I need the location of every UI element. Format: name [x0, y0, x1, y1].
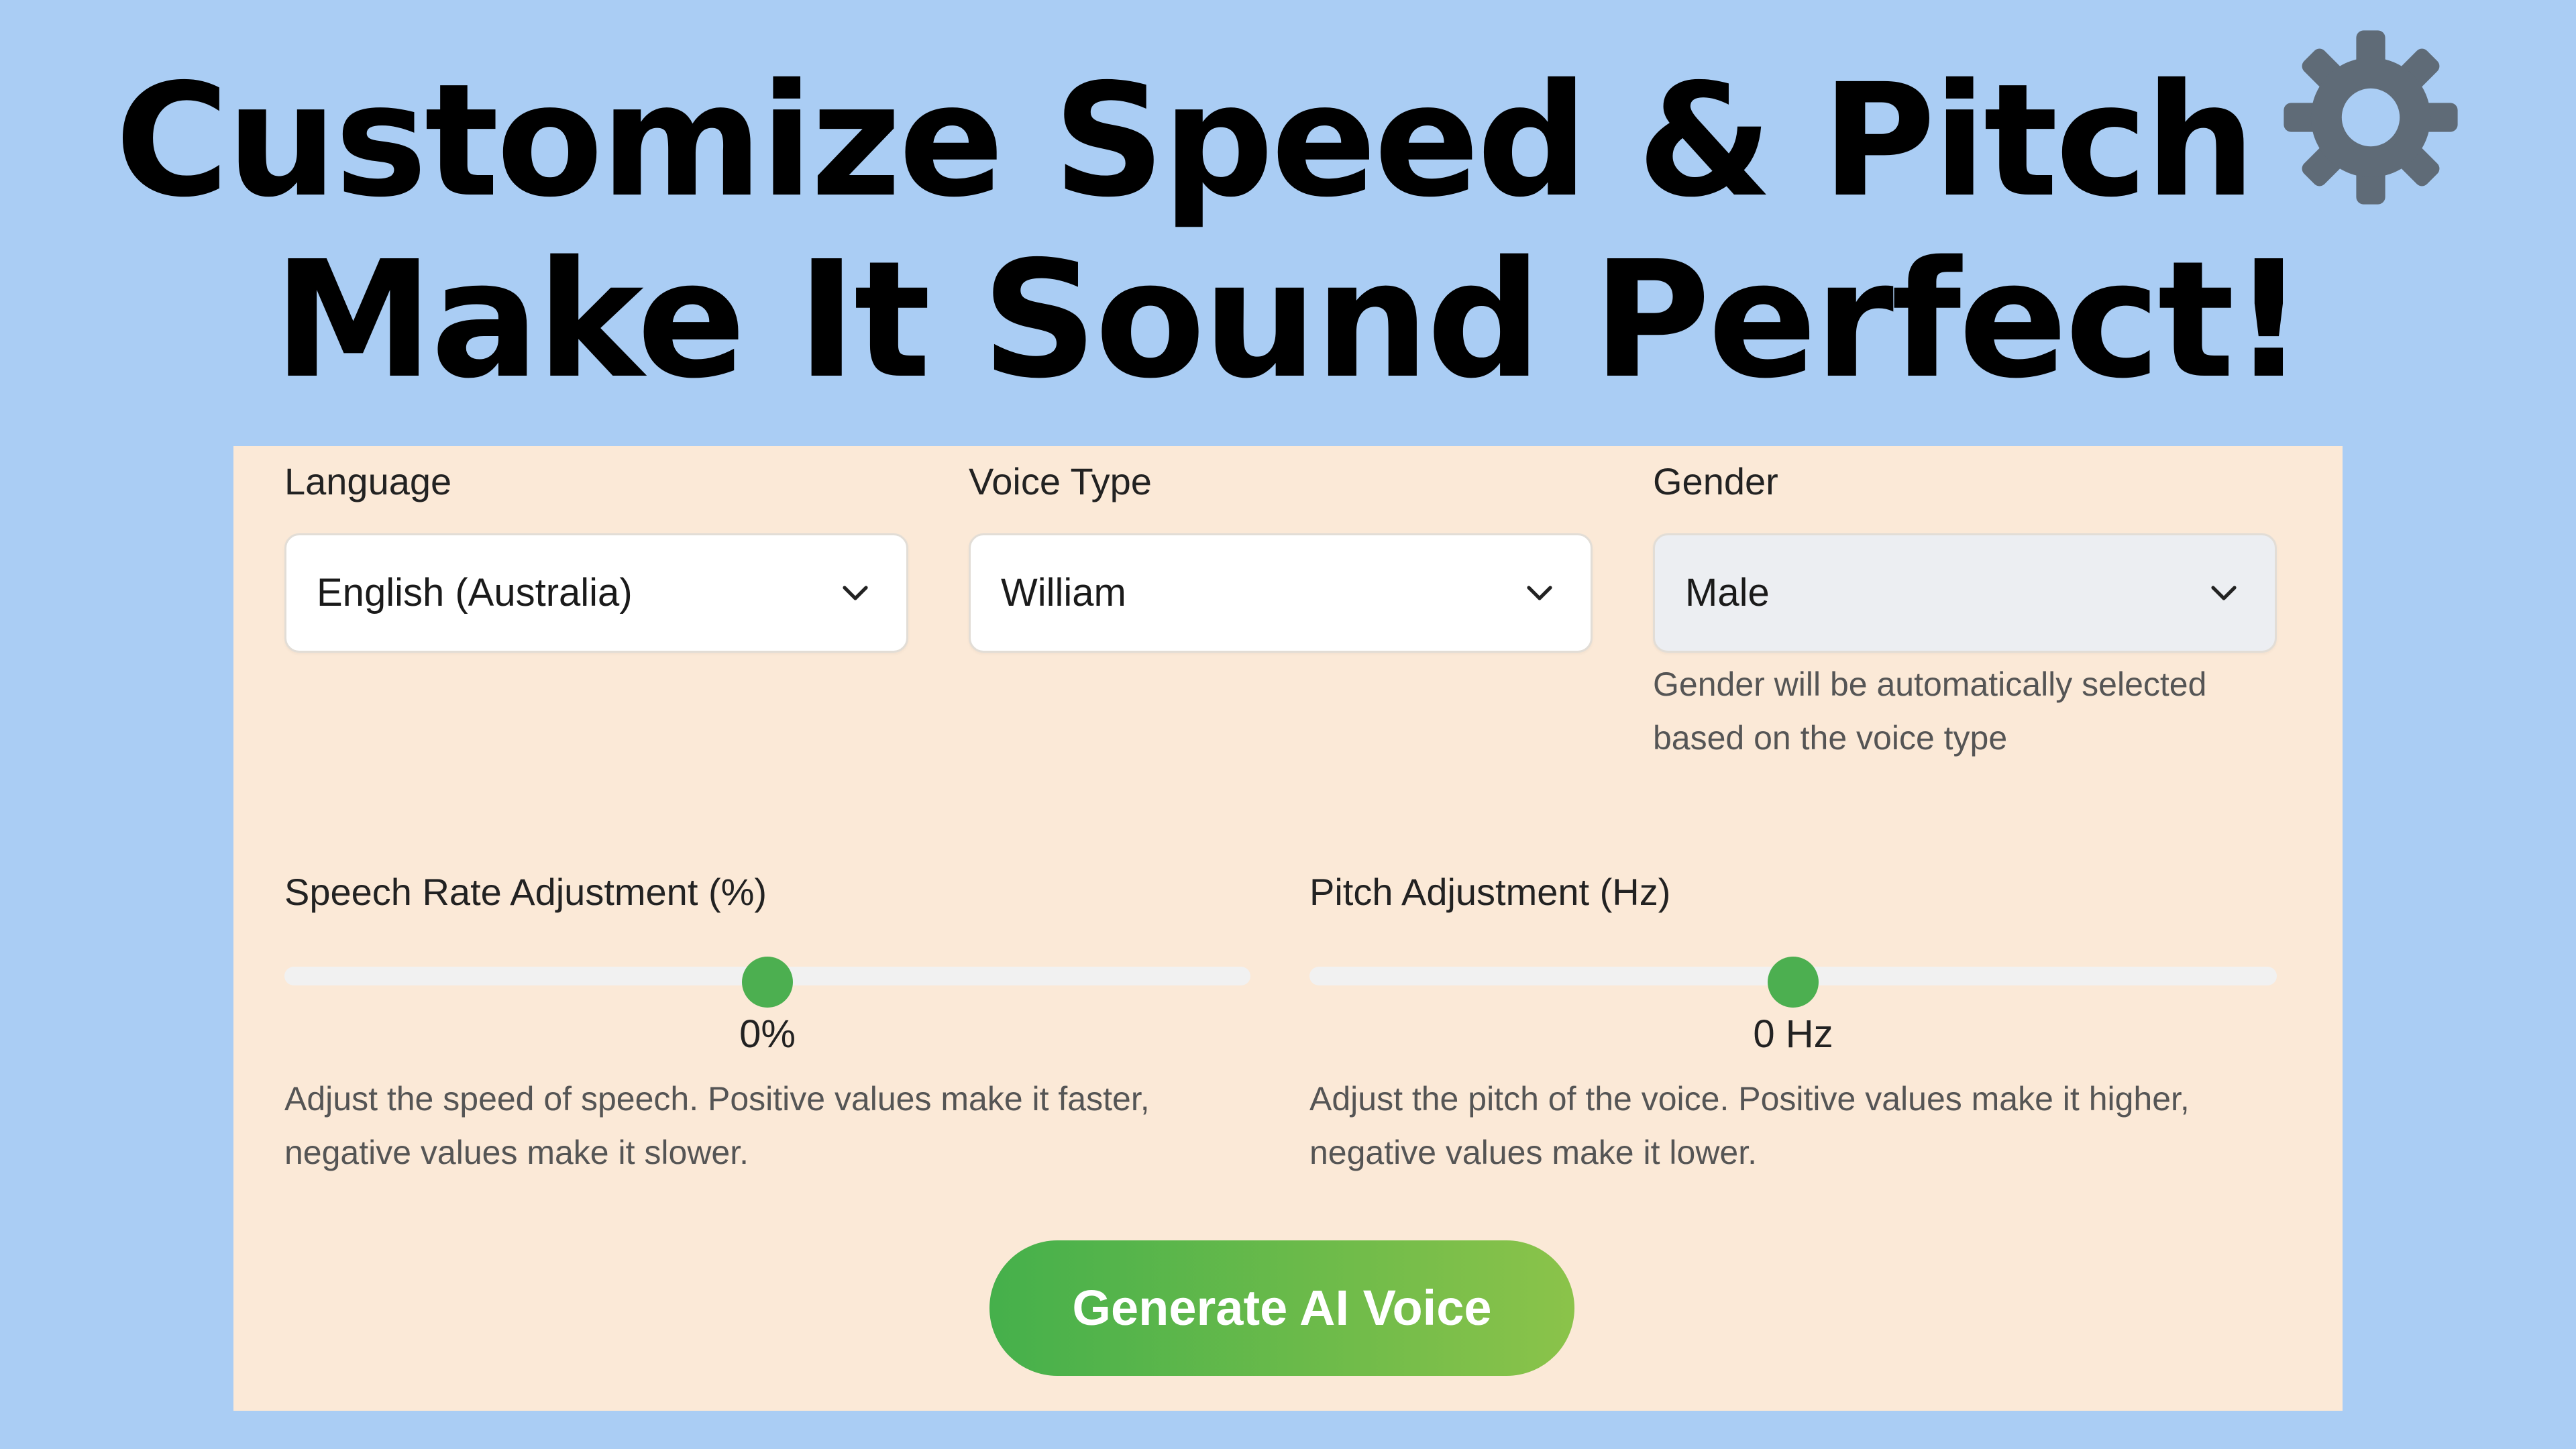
voice-type-select-value: William [1001, 571, 1126, 614]
chevron-down-icon [843, 586, 868, 600]
chevron-down-icon [2211, 586, 2237, 600]
voice-type-label: Voice Type [969, 460, 1152, 502]
headline-text-1: Customize Speed & Pitch [115, 50, 2255, 231]
speech-rate-value: 0% [739, 1012, 796, 1056]
pitch-value: 0 Hz [1753, 1012, 1833, 1056]
pitch-slider-thumb[interactable] [1768, 957, 1819, 1008]
headline-line-2: Make It Sound Perfect! [273, 226, 2305, 414]
headline-line-1: Customize Speed & Pitch [0, 27, 2576, 235]
language-select[interactable]: English (Australia) [284, 533, 908, 653]
chevron-down-icon [1527, 586, 1552, 600]
language-label: Language [284, 460, 452, 502]
speech-rate-label: Speech Rate Adjustment (%) [284, 871, 767, 913]
language-select-value: English (Australia) [317, 571, 633, 614]
gender-select[interactable]: Male [1653, 533, 2277, 653]
speech-rate-slider-thumb[interactable] [742, 957, 793, 1008]
pitch-hint: Adjust the pitch of the voice. Positive … [1309, 1080, 2190, 1171]
voice-type-select[interactable]: William [969, 533, 1593, 653]
gender-hint: Gender will be automatically selected ba… [1653, 665, 2207, 757]
voice-settings-panel: Language English (Australia) Voice Type … [233, 446, 2343, 1411]
generate-ai-voice-button[interactable]: Generate AI Voice [989, 1240, 1574, 1376]
gender-select-value: Male [1685, 571, 1770, 614]
speech-rate-hint: Adjust the speed of speech. Positive val… [284, 1080, 1150, 1171]
pitch-label: Pitch Adjustment (Hz) [1309, 871, 1671, 913]
gear-icon [2283, 30, 2458, 205]
gender-label: Gender [1653, 460, 1778, 502]
